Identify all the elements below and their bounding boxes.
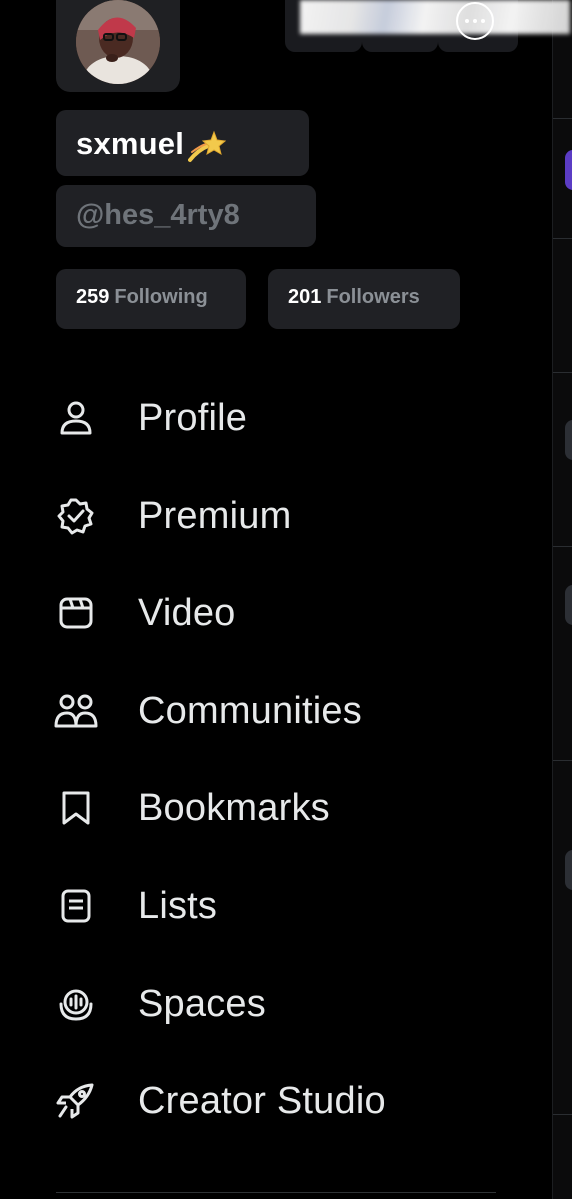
- menu-item-video[interactable]: Video: [54, 583, 524, 643]
- following-label: Following: [114, 286, 208, 308]
- display-name: sxmuel: [76, 126, 185, 161]
- menu-item-bookmarks[interactable]: Bookmarks: [54, 778, 524, 838]
- menu-item-spaces[interactable]: Spaces: [54, 974, 524, 1034]
- menu-label: Profile: [138, 396, 248, 439]
- peek-divider: [553, 118, 572, 119]
- list-icon: [54, 884, 98, 928]
- menu-item-creator-studio[interactable]: Creator Studio: [54, 1071, 524, 1131]
- following-stat[interactable]: 259 Following: [56, 269, 246, 329]
- followers-label: Followers: [326, 286, 420, 308]
- more-options-button[interactable]: [456, 2, 494, 40]
- spaces-icon: [54, 982, 98, 1026]
- peek-avatar: [565, 585, 572, 625]
- rocket-icon: [54, 1079, 98, 1123]
- display-name-pill[interactable]: sxmuel: [56, 110, 309, 176]
- peek-avatar: [565, 150, 572, 190]
- menu-label: Communities: [138, 689, 362, 732]
- menu-item-lists[interactable]: Lists: [54, 876, 524, 936]
- bookmark-icon: [54, 786, 98, 830]
- followers-count: 201: [288, 286, 322, 308]
- menu-label: Video: [138, 591, 236, 634]
- verified-badge-icon: [54, 494, 98, 538]
- peek-divider: [553, 372, 572, 373]
- avatar[interactable]: [76, 0, 160, 84]
- side-drawer: sxmuel @hes_4rty8 259 Following 201 Follow…: [0, 0, 572, 1199]
- menu-item-profile[interactable]: Profile: [54, 388, 524, 448]
- menu-label: Premium: [138, 494, 292, 537]
- peek-divider: [553, 1114, 572, 1115]
- followers-stat[interactable]: 201 Followers: [268, 269, 460, 329]
- menu-label: Spaces: [138, 982, 266, 1025]
- peek-divider: [553, 238, 572, 239]
- redacted-accounts: [300, 0, 570, 34]
- timeline-peek: [552, 0, 572, 1199]
- peek-avatar: [565, 850, 572, 890]
- following-count: 259: [76, 286, 110, 308]
- person-icon: [54, 396, 98, 440]
- more-horizontal-icon: [463, 19, 487, 23]
- handle-pill: @hes_4rty8: [56, 185, 316, 247]
- menu-item-communities[interactable]: Communities: [54, 681, 524, 741]
- menu-label: Bookmarks: [138, 786, 330, 829]
- peek-divider: [553, 546, 572, 547]
- menu-label: Lists: [138, 884, 218, 927]
- peek-divider: [553, 760, 572, 761]
- dizzy-star-emoji-icon: [188, 130, 227, 169]
- communities-icon: [54, 689, 98, 733]
- username-handle: @hes_4rty8: [76, 199, 240, 231]
- menu-label: Creator Studio: [138, 1079, 386, 1122]
- menu-divider: [56, 1192, 496, 1193]
- peek-avatar: [565, 420, 572, 460]
- avatar-container[interactable]: [56, 0, 180, 92]
- menu-item-premium[interactable]: Premium: [54, 486, 524, 546]
- video-icon: [54, 591, 98, 635]
